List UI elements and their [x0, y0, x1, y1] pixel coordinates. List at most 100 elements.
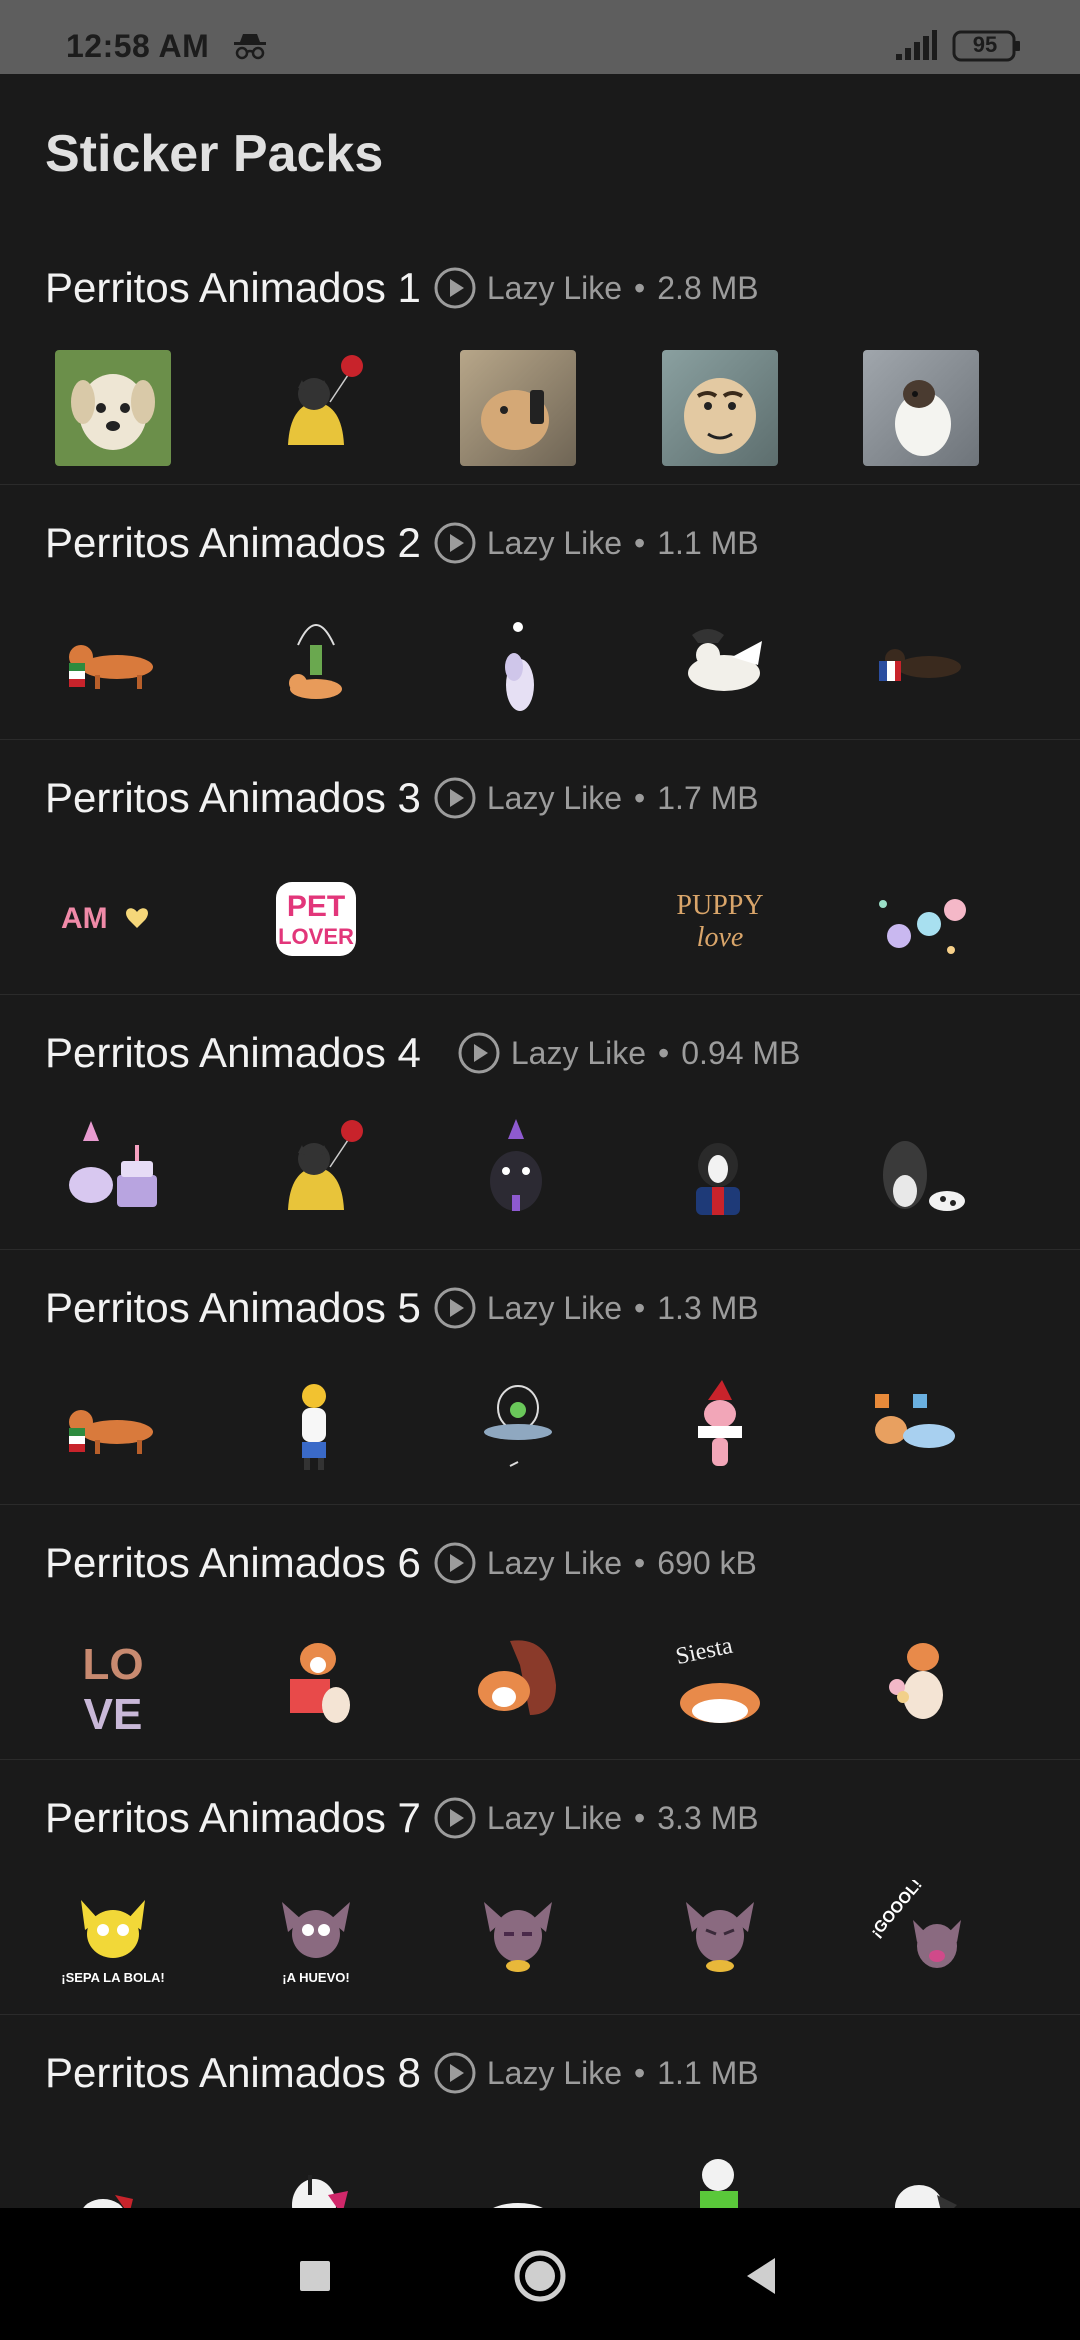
pack-name: Perritos Animados 1 [45, 264, 421, 311]
sticker-yellow-dog-standing[interactable] [258, 1370, 374, 1486]
sticker-pet-lover[interactable]: PET LOVER [258, 860, 374, 976]
sticker-white-dog-star[interactable] [460, 605, 576, 721]
pack-author: Lazy Like [486, 1289, 623, 1326]
sticker-chihuahua-huevo[interactable]: ¡A HUEVO! [258, 1880, 374, 1996]
sticker-dog-room-photo[interactable] [863, 350, 979, 466]
sticker-amo[interactable]: AM [55, 860, 171, 976]
sticker-corgi-hug[interactable] [460, 1625, 576, 1741]
animated-play-icon [434, 267, 476, 309]
sticker-pack-row[interactable]: Perritos Animados 2 Lazy Like • 1.1 MB [0, 485, 1080, 740]
sticker-party-bulldog[interactable] [460, 1115, 576, 1231]
sticker-raincoat-dog[interactable] [258, 350, 374, 466]
pack-name: Perritos Animados 8 [45, 2049, 421, 2096]
sticker-chihuahua-goool[interactable]: ¡GOOOL! [863, 1880, 979, 1996]
sticker-pilot-dog[interactable] [662, 605, 778, 721]
sticker-text-lo: LO [82, 1640, 143, 1689]
sticker-party-dogs[interactable] [863, 1370, 979, 1486]
pack-header: Perritos Animados 3 Lazy Like • 1.7 MB [45, 770, 759, 826]
sticker-birthday-cake-dog[interactable] [55, 1115, 171, 1231]
sticker-text-sepa: ¡SEPA LA BOLA! [61, 1970, 165, 1985]
pack-size: 3.3 MB [657, 1799, 759, 1836]
pack-header: Perritos Animados 1 Lazy Like • 2.8 MB [45, 260, 759, 316]
pack-author: Lazy Like [486, 2054, 623, 2091]
sticker-love-letters[interactable]: LO VE [55, 1625, 171, 1741]
back-button[interactable] [733, 2246, 793, 2306]
sticker-chihuahua-tired[interactable] [460, 1880, 576, 1996]
separator-dot: • [634, 779, 646, 816]
sticker-bull-terrier-white[interactable] [863, 2135, 979, 2208]
sticker-bull-terrier-sleep[interactable] [460, 2135, 576, 2208]
signal-icon [896, 30, 937, 60]
sticker-text-huevo: ¡A HUEVO! [282, 1970, 349, 1985]
separator-dot: • [634, 2054, 646, 2091]
pack-author: Lazy Like [486, 1544, 623, 1581]
pack-header: Perritos Animados 6 Lazy Like • 690 kB [45, 1535, 757, 1591]
sticker-pack-row[interactable]: Perritos Animados 6 Lazy Like • 690 kB L… [0, 1505, 1080, 1760]
sticker-dog-suit[interactable] [662, 1115, 778, 1231]
separator-dot: • [634, 1289, 646, 1326]
animated-play-icon [434, 777, 476, 819]
status-bar: 12:58 AM 95 [0, 0, 1080, 74]
sticker-text-puppy: PUPPY [676, 890, 763, 921]
sticker-text-lover: LOVER [278, 924, 354, 949]
sticker-chihuahua-angry[interactable] [662, 1880, 778, 1996]
sticker-dachshund-flag[interactable] [55, 1370, 171, 1486]
pack-author: Lazy Like [486, 1799, 623, 1836]
sticker-dog-face-photo[interactable] [662, 350, 778, 466]
pack-size: 1.7 MB [657, 779, 759, 816]
sticker-text-ve: VE [84, 1690, 143, 1739]
animated-play-icon [434, 2052, 476, 2094]
pack-name: Perritos Animados 2 [45, 519, 421, 566]
sticker-bull-terrier-pink[interactable] [258, 2135, 374, 2208]
animated-play-icon [434, 1287, 476, 1329]
sticker-blank[interactable] [460, 860, 576, 976]
battery-level: 95 [972, 32, 998, 57]
sticker-pink-dog-santa[interactable] [662, 1370, 778, 1486]
sticker-bull-terrier-green[interactable] [662, 2135, 778, 2208]
sticker-pack-row[interactable]: Perritos Animados 3 Lazy Like • 1.7 MB A… [0, 740, 1080, 995]
sticker-dachshund-flag[interactable] [55, 605, 171, 721]
animated-play-icon [434, 1542, 476, 1584]
sticker-text-am: AM [61, 902, 108, 935]
pack-size: 690 kB [657, 1544, 757, 1581]
sticker-corgi-siesta[interactable]: Siesta [662, 1625, 778, 1741]
pack-header: Perritos Animados 4 Lazy Like • 0.94 MB [45, 1025, 800, 1081]
sticker-dog-fountain[interactable] [258, 605, 374, 721]
sticker-raincoat-dog[interactable] [258, 1115, 374, 1231]
sticker-pack-row[interactable]: Perritos Animados 4 Lazy Like • 0.94 MB [0, 995, 1080, 1250]
pack-header: Perritos Animados 2 Lazy Like • 1.1 MB [45, 515, 759, 571]
pack-header: Perritos Animados 8 Lazy Like • 1.1 MB [45, 2045, 759, 2101]
animated-play-icon [434, 1797, 476, 1839]
sticker-dog-phone-photo[interactable] [460, 350, 576, 466]
sticker-corgi-book[interactable] [258, 1625, 374, 1741]
separator-dot: • [634, 1799, 646, 1836]
sticker-pack-row[interactable]: Perritos Animados 1 Lazy Like • 2.8 MB [0, 230, 1080, 485]
sticker-bull-terrier-red[interactable] [55, 2135, 171, 2208]
sticker-dachshund-flag-2[interactable] [863, 605, 979, 721]
sticker-puppy-photo[interactable] [55, 350, 171, 466]
pack-name: Perritos Animados 5 [45, 1284, 421, 1331]
pack-name: Perritos Animados 3 [45, 774, 421, 821]
separator-dot: • [634, 524, 646, 561]
home-button[interactable] [510, 2246, 570, 2306]
pack-size: 0.94 MB [681, 1034, 801, 1071]
separator-dot: • [634, 1544, 646, 1581]
sticker-chihuahua-sepa[interactable]: ¡SEPA LA BOLA! [55, 1880, 171, 1996]
sticker-ufo-alien[interactable] [460, 1370, 576, 1486]
sticker-cats-paws[interactable] [863, 860, 979, 976]
pack-name: Perritos Animados 7 [45, 1794, 421, 1841]
sticker-pack-row[interactable]: Perritos Animados 7 Lazy Like • 3.3 MB ¡… [0, 1760, 1080, 2015]
pack-author: Lazy Like [486, 269, 623, 306]
sticker-text-love: love [697, 922, 744, 953]
navigation-bar [0, 2208, 1080, 2340]
sticker-text-siesta: Siesta [673, 1633, 735, 1670]
sticker-puppy-love[interactable]: PUPPY love [662, 860, 778, 976]
sticker-pack-row[interactable]: Perritos Animados 5 Lazy Like • 1.3 MB [0, 1250, 1080, 1505]
page-title: Sticker Packs [45, 125, 384, 183]
recents-button[interactable] [285, 2246, 345, 2306]
sticker-spaniel-puppies[interactable] [863, 1115, 979, 1231]
sticker-corgi-flowers[interactable] [863, 1625, 979, 1741]
separator-dot: • [658, 1034, 670, 1071]
animated-play-icon [458, 1032, 500, 1074]
pack-size: 1.3 MB [657, 1289, 759, 1326]
